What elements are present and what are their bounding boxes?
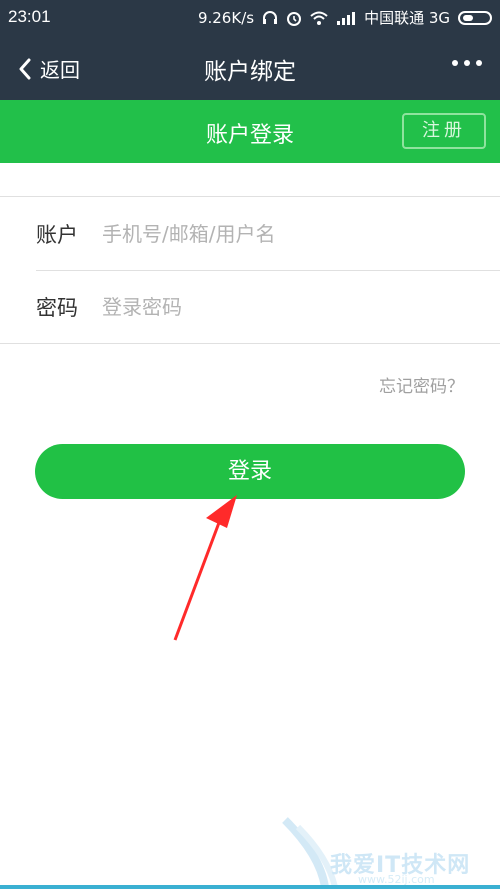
network-speed: 9.26K/s xyxy=(197,8,255,27)
status-bar: 23:01 9.26K/s 中国联通 3G xyxy=(0,0,500,34)
battery-icon xyxy=(458,10,492,25)
password-row: 密码 xyxy=(36,270,500,343)
password-input[interactable] xyxy=(100,293,464,320)
account-input[interactable] xyxy=(100,220,464,247)
more-icon[interactable] xyxy=(452,60,482,66)
arrow-annotation-icon xyxy=(173,495,237,641)
page-title: 账户绑定 xyxy=(204,59,296,85)
bottom-divider xyxy=(0,885,500,889)
login-button[interactable]: 登录 xyxy=(35,444,465,499)
headphone-icon xyxy=(262,10,278,26)
account-label: 账户 xyxy=(36,222,78,247)
password-label: 密码 xyxy=(36,295,78,320)
alarm-icon xyxy=(286,10,302,26)
nav-bar: 返回 账户绑定 xyxy=(0,34,500,100)
signal-icon xyxy=(336,11,356,25)
wifi-icon xyxy=(310,10,328,26)
account-row: 账户 xyxy=(36,197,500,271)
status-time: 23:01 xyxy=(8,7,51,26)
register-button[interactable]: 注册 xyxy=(402,113,486,149)
status-right: 9.26K/s 中国联通 3G xyxy=(198,7,492,28)
login-form: 账户 密码 xyxy=(0,196,500,344)
carrier-label: 中国联通 3G xyxy=(364,9,450,27)
forgot-password-link[interactable]: 忘记密码？ xyxy=(379,372,464,397)
